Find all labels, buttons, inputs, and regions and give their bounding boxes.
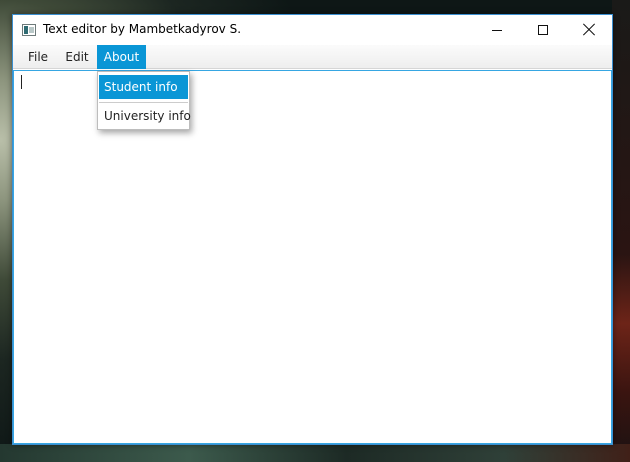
menu-about[interactable]: About bbox=[97, 45, 146, 69]
close-icon bbox=[583, 24, 595, 36]
desktop-wallpaper-right bbox=[612, 0, 630, 462]
title-bar[interactable]: Text editor by Mambetkadyrov S. bbox=[13, 15, 612, 45]
menu-separator bbox=[99, 102, 188, 103]
window-title: Text editor by Mambetkadyrov S. bbox=[43, 22, 242, 36]
menu-bar: File Edit About bbox=[13, 45, 612, 69]
maximize-button[interactable] bbox=[520, 15, 566, 45]
maximize-icon bbox=[538, 25, 548, 35]
minimize-button[interactable] bbox=[474, 15, 520, 45]
app-window-icon bbox=[22, 24, 36, 36]
close-button[interactable] bbox=[566, 15, 612, 45]
menu-item-student-info[interactable]: Student info bbox=[99, 75, 188, 99]
menu-file[interactable]: File bbox=[21, 45, 55, 69]
minimize-icon bbox=[492, 30, 502, 31]
desktop-wallpaper-bottom bbox=[0, 444, 630, 462]
about-dropdown-menu: Student info University info bbox=[97, 71, 191, 130]
text-caret bbox=[21, 75, 22, 89]
app-window: Text editor by Mambetkadyrov S. File Edi… bbox=[12, 14, 613, 445]
menu-edit[interactable]: Edit bbox=[59, 45, 95, 69]
menu-item-university-info[interactable]: University info bbox=[99, 104, 191, 128]
